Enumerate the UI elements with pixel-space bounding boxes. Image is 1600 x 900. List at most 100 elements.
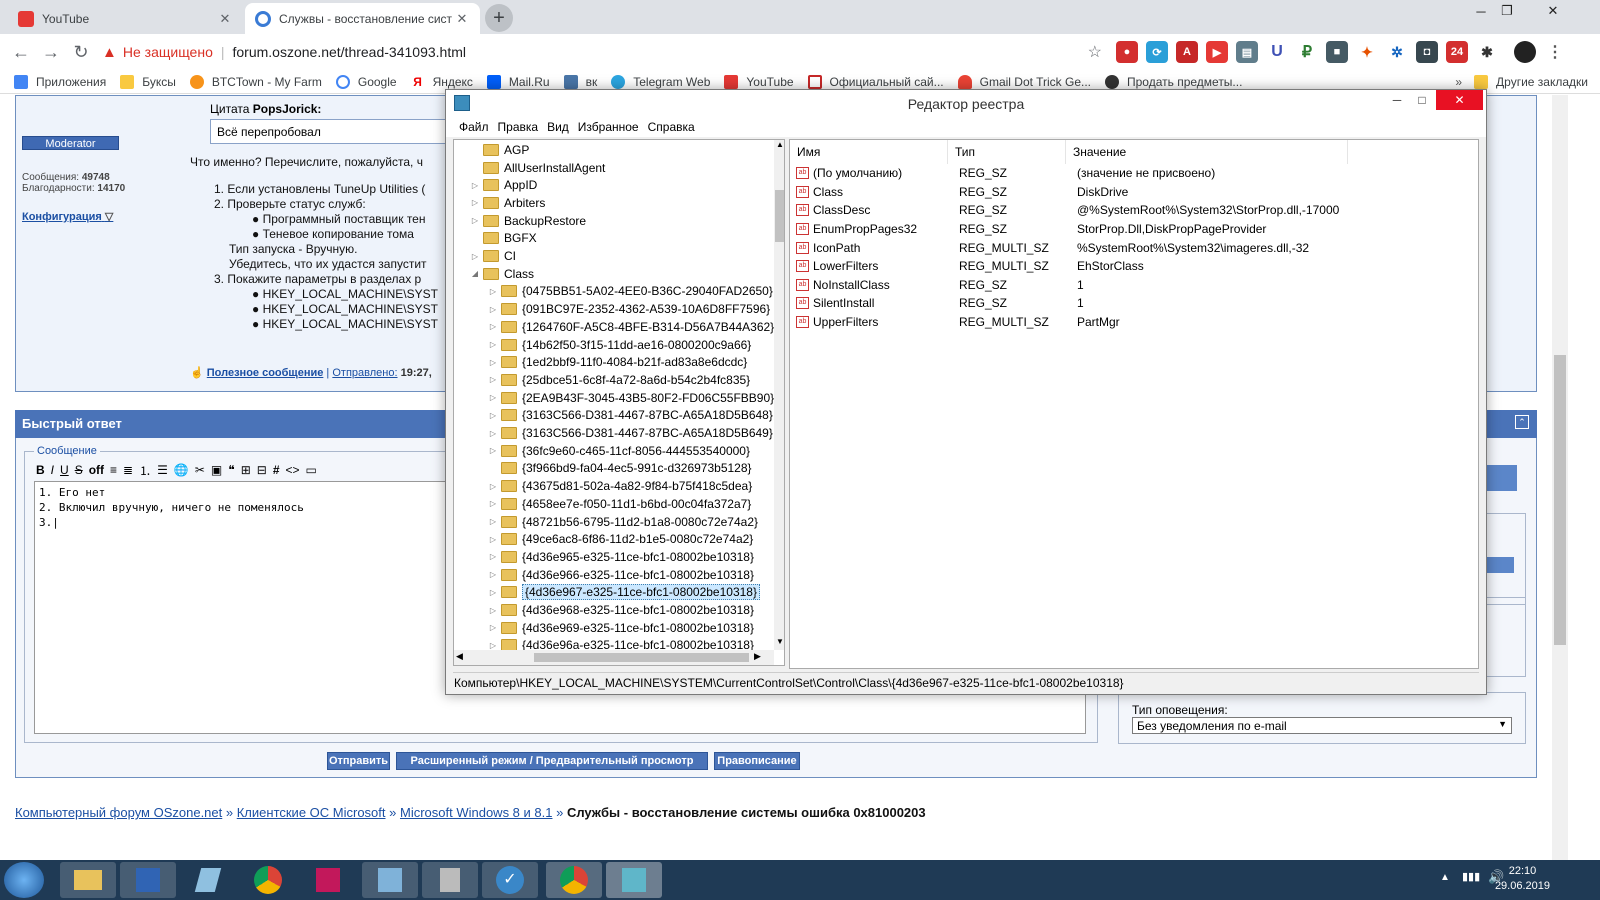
tree-vertical-scrollbar[interactable]: ▲ ▼ xyxy=(774,140,784,650)
collapse-icon[interactable]: ⌃ xyxy=(1515,415,1529,429)
tree-node[interactable]: AGP xyxy=(470,141,529,159)
value-row[interactable]: ab Class REG_SZ DiskDrive xyxy=(790,183,1478,202)
align-right-icon[interactable]: ≣ xyxy=(123,463,133,477)
extension-icon[interactable]: ₽ xyxy=(1296,41,1318,63)
extension-icon[interactable]: ▤ xyxy=(1236,41,1258,63)
tree-node[interactable]: ◢ Class xyxy=(470,265,534,283)
expand-arrow-icon[interactable]: ▷ xyxy=(488,358,498,367)
expand-arrow-icon[interactable]: ▷ xyxy=(488,322,498,331)
expand-arrow-icon[interactable]: ▷ xyxy=(488,499,498,508)
hash-icon[interactable]: # xyxy=(273,463,280,477)
tree-node[interactable]: ▷ {14b62f50-3f15-11dd-ae16-0800200c9a66} xyxy=(488,336,751,354)
quote-icon[interactable]: ❝ xyxy=(228,463,234,477)
value-row[interactable]: ab (По умолчанию) REG_SZ (значение не присв… xyxy=(790,164,1478,183)
taskbar-app[interactable] xyxy=(120,862,176,898)
strike-icon[interactable]: S xyxy=(75,463,83,477)
off-icon[interactable]: off xyxy=(89,463,104,477)
tree-node[interactable]: ▷ {48721b56-6795-11d2-b1a8-0080c72e74a2} xyxy=(488,513,758,531)
config-link[interactable]: Конфигурация ▽ xyxy=(22,210,113,223)
sent-link[interactable]: Отправлено: xyxy=(332,367,397,379)
extension-icon[interactable]: ✲ xyxy=(1386,41,1408,63)
bookmark-item[interactable]: Буксы xyxy=(120,74,176,89)
bookmark-item[interactable]: Google xyxy=(335,74,397,89)
expand-arrow-icon[interactable]: ▷ xyxy=(488,305,498,314)
tab-youtube[interactable]: YouTube ✕ xyxy=(8,3,243,34)
bookmark-other[interactable]: » Другие закладки xyxy=(1455,74,1588,89)
menu-help[interactable]: Справка xyxy=(648,120,695,134)
bullet-list-icon[interactable]: ☰ xyxy=(157,463,168,477)
extension-icon[interactable]: ▶ xyxy=(1206,41,1228,63)
advanced-mode-button[interactable]: Расширенный режим / Предварительный прос… xyxy=(396,752,708,770)
forward-icon[interactable]: → xyxy=(36,37,66,67)
taskbar-clock[interactable]: 22:10 29.06.2019 xyxy=(1495,864,1550,894)
expand-arrow-icon[interactable]: ▷ xyxy=(488,411,498,420)
taskbar-explorer[interactable] xyxy=(60,862,116,898)
expand-arrow-icon[interactable]: ▷ xyxy=(470,198,480,207)
tree-node[interactable]: ▷ {36fc9e60-c465-11cf-8056-444553540000} xyxy=(488,442,750,460)
scroll-left-icon[interactable]: ◀ xyxy=(456,651,463,662)
restore-icon[interactable]: ❐ xyxy=(1484,0,1530,22)
tree-node[interactable]: BGFX xyxy=(470,230,537,248)
scroll-right-icon[interactable]: ▶ xyxy=(754,651,761,662)
tree-node[interactable]: AllUserInstallAgent xyxy=(470,159,605,177)
tree-node[interactable]: ▷ {1264760F-A5C8-4BFE-B314-D56A7B44A362} xyxy=(488,318,774,336)
expand-arrow-icon[interactable]: ◢ xyxy=(470,269,480,278)
spoiler-icon[interactable]: ▭ xyxy=(306,463,317,477)
tray-arrow-icon[interactable]: ▲ xyxy=(1440,872,1450,883)
tree-node[interactable]: ▷ {4658ee7e-f050-11d1-b6bd-00c04fa372a7} xyxy=(488,495,751,513)
column-header-value[interactable]: Значение xyxy=(1066,140,1348,164)
tree-node[interactable]: ▷ {49ce6ac8-6f86-11d2-b1e5-0080c72e74a2} xyxy=(488,530,753,548)
avatar[interactable] xyxy=(1514,41,1536,63)
breadcrumb-link[interactable]: Компьютерный форум OSzone.net xyxy=(15,805,222,820)
expand-arrow-icon[interactable]: ▷ xyxy=(488,606,498,615)
link-icon[interactable]: 🌐 xyxy=(174,463,189,477)
tree-node[interactable]: ▷ {25dbce51-6c8f-4a72-8a6d-b54c2b4fc835} xyxy=(488,371,750,389)
extension-icon[interactable]: ⟳ xyxy=(1146,41,1168,63)
menu-favorites[interactable]: Избранное xyxy=(578,120,639,134)
underline-icon[interactable]: U xyxy=(60,463,69,477)
bold-icon[interactable]: B xyxy=(36,463,45,477)
tree-node[interactable]: ▷ {4d36e965-e325-11ce-bfc1-08002be10318} xyxy=(488,548,754,566)
useful-link[interactable]: Полезное сообщение xyxy=(207,367,324,379)
close-window-icon[interactable]: ✕ xyxy=(1436,90,1483,110)
value-row[interactable]: ab SilentInstall REG_SZ 1 xyxy=(790,294,1478,313)
expand-arrow-icon[interactable]: ▷ xyxy=(488,552,498,561)
close-window-icon[interactable]: ✕ xyxy=(1530,0,1576,22)
column-header-type[interactable]: Тип xyxy=(948,140,1066,164)
expand-arrow-icon[interactable]: ▷ xyxy=(488,429,498,438)
taskbar-app[interactable] xyxy=(422,862,478,898)
expand-arrow-icon[interactable]: ▷ xyxy=(488,340,498,349)
start-button[interactable] xyxy=(4,862,44,898)
bookmark-item[interactable]: Официальный сай... xyxy=(807,74,944,89)
taskbar-chrome[interactable] xyxy=(240,862,296,898)
bookmark-item[interactable]: Продать предметы... xyxy=(1105,74,1242,89)
expand-arrow-icon[interactable]: ▷ xyxy=(470,252,480,261)
adblock-icon[interactable]: A xyxy=(1176,41,1198,63)
value-row[interactable]: ab ClassDesc REG_SZ @%SystemRoot%\System32\… xyxy=(790,201,1478,220)
tree-node[interactable]: ▷ {3163C566-D381-4467-87BC-A65A18D5B649} xyxy=(488,424,773,442)
tree-node[interactable]: ▷ {4d36e969-e325-11ce-bfc1-08002be10318} xyxy=(488,619,754,637)
taskbar-app[interactable]: ✓ xyxy=(482,862,538,898)
tree-node[interactable]: {3f966bd9-fa04-4ec5-991c-d326973b5128} xyxy=(488,460,752,478)
taskbar-app[interactable] xyxy=(180,862,236,898)
expand-arrow-icon[interactable]: ▷ xyxy=(488,570,498,579)
expand-arrow-icon[interactable]: ▷ xyxy=(488,641,498,650)
tree-node[interactable]: ▷ {43675d81-502a-4a82-9f84-b75f418c5dea} xyxy=(488,477,752,495)
code-icon[interactable]: <> xyxy=(286,463,300,477)
bookmark-star-icon[interactable]: ☆ xyxy=(1088,42,1102,62)
value-row[interactable]: ab UpperFilters REG_MULTI_SZ PartMgr xyxy=(790,313,1478,332)
close-tab-icon[interactable]: ✕ xyxy=(217,11,233,27)
expand-arrow-icon[interactable]: ▷ xyxy=(470,216,480,225)
expand-arrow-icon[interactable]: ▷ xyxy=(488,446,498,455)
bookmark-item[interactable]: Telegram Web xyxy=(611,74,710,89)
bookmark-item[interactable]: BTCTown - My Farm xyxy=(189,74,322,89)
unlink-icon[interactable]: ✂ xyxy=(195,463,205,477)
expand-arrow-icon[interactable]: ▷ xyxy=(470,181,480,190)
expand-arrow-icon[interactable]: ▷ xyxy=(488,482,498,491)
network-icon[interactable]: ▮▮▮ xyxy=(1462,870,1480,883)
column-header-name[interactable]: Имя xyxy=(790,140,948,164)
expand-arrow-icon[interactable]: ▷ xyxy=(488,535,498,544)
extension-icon[interactable]: ✦ xyxy=(1356,41,1378,63)
taskbar-regedit-active[interactable] xyxy=(606,862,662,898)
collapse-all-icon[interactable]: ⊟ xyxy=(257,463,267,477)
